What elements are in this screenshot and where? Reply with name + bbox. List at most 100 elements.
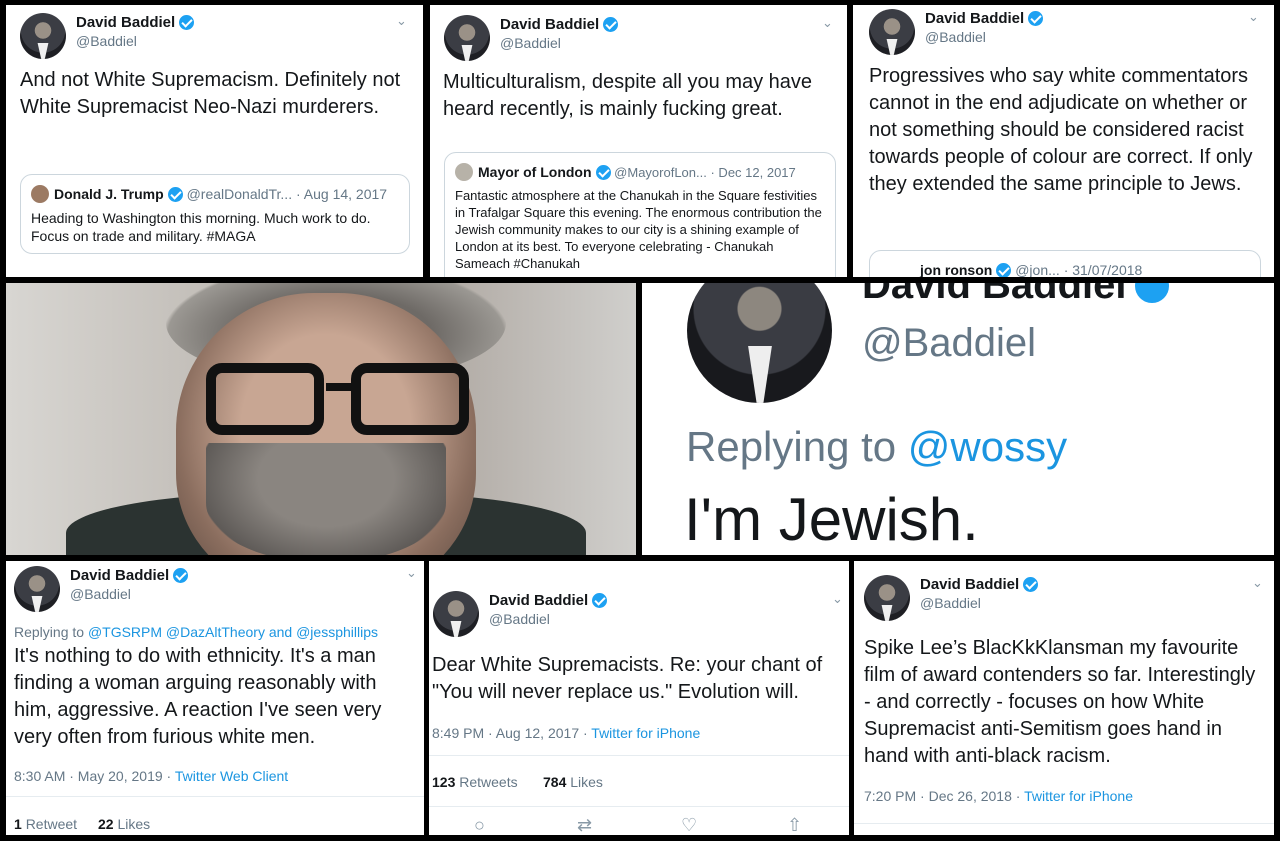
quoted-date: · Dec 12, 2017 [710,164,796,180]
chevron-down-icon[interactable]: ⌄ [822,15,833,31]
tweet-panel-5: David Baddiel @Baddiel ⌄ Dear White Supr… [429,561,849,835]
tweet-header: David Baddiel @Baddiel [864,575,1039,621]
tweet-time[interactable]: 8:30 AM · May 20, 2019 · [14,768,171,784]
replying-to-link[interactable]: @wossy [908,423,1067,470]
tweet-panel-3: David Baddiel @Baddiel ⌄ Progressives wh… [853,5,1274,277]
tweet-meta: 8:30 AM · May 20, 2019 · Twitter Web Cli… [14,768,288,784]
tweet-time[interactable]: 7:20 PM · Dec 26, 2018 · [864,788,1020,804]
quoted-date: · 31/07/2018 [1063,262,1143,277]
tweet-client[interactable]: Twitter for iPhone [1024,788,1133,804]
quoted-avatar [31,185,49,203]
tweet-meta: 8:49 PM · Aug 12, 2017 · Twitter for iPh… [432,725,700,741]
avatar[interactable] [433,591,479,637]
photo-glasses-left [206,363,324,435]
like-count[interactable]: 22 Likes [98,816,150,832]
quoted-author-name: Mayor of London [478,163,592,180]
tweet-text: Spike Lee’s BlacKkKlansman my favourite … [864,637,1256,767]
verified-badge-icon [603,17,619,32]
verified-badge-icon [595,164,611,180]
photo-glasses-bridge [326,383,356,391]
tweet-client[interactable]: Twitter Web Client [175,768,288,784]
photo-beard [206,443,446,555]
zoomed-author-handle[interactable]: @Baddiel [862,321,1036,366]
tweet-header: David Baddiel @Baddiel [444,15,619,61]
tweet-text: Progressives who say white commentators … [869,65,1253,195]
chevron-down-icon[interactable]: ⌄ [406,565,417,581]
quoted-text: Heading to Washington this morning. Much… [31,210,371,244]
avatar[interactable] [444,15,490,61]
reply-icon[interactable]: ○ [474,815,485,835]
tweet-header: David Baddiel @Baddiel [869,9,1044,55]
verified-badge-icon [1134,283,1169,303]
verified-badge-icon [173,568,189,583]
tweet-time[interactable]: 8:49 PM · Aug 12, 2017 · [432,725,588,741]
zoomed-tweet-text: I'm Jewish. [684,486,979,553]
retweet-icon[interactable]: ⇄ [577,815,592,835]
like-icon[interactable]: ♡ [681,815,697,835]
quoted-avatar [455,163,473,181]
share-icon[interactable]: ⇧ [787,815,802,835]
quoted-date: · Aug 14, 2017 [295,186,388,202]
replying-to-line: Replying to @TGSRPM @DazAltTheory and @j… [14,624,378,640]
author-name[interactable]: David Baddiel [489,591,588,610]
author-name[interactable]: David Baddiel [920,575,1019,594]
author-name[interactable]: David Baddiel [76,13,175,32]
verified-badge-icon [1028,11,1044,26]
portrait-photo [6,283,636,555]
tweet-panel-2: David Baddiel @Baddiel ⌄ Multiculturalis… [430,5,847,277]
author-handle[interactable]: @Baddiel [925,28,1043,47]
avatar[interactable] [14,566,60,612]
tweet-header: David Baddiel @Baddiel [20,13,195,59]
retweet-count[interactable]: 123 Retweets [432,774,518,790]
tweet-text: Dear White Supremacists. Re: your chant … [432,654,823,703]
tweet-client[interactable]: Twitter for iPhone [591,725,700,741]
zoomed-tweet-panel: David Baddiel @Baddiel Replying to @woss… [642,283,1274,555]
avatar[interactable] [869,9,915,55]
tweet-header: David Baddiel @Baddiel [433,591,608,637]
quoted-text: Fantastic atmosphere at the Chanukah in … [455,188,822,271]
tweet-panel-6: David Baddiel @Baddiel ⌄ Spike Lee’s Bla… [854,561,1274,835]
tweet-panel-1: David Baddiel @Baddiel ⌄ And not White S… [6,5,423,277]
quoted-author-handle: @realDonaldTr... [186,186,293,202]
author-name[interactable]: David Baddiel [70,566,169,585]
author-name[interactable]: David Baddiel [500,15,599,34]
chevron-down-icon[interactable]: ⌄ [1248,9,1259,25]
avatar[interactable] [864,575,910,621]
author-handle[interactable]: @Baddiel [70,585,188,604]
photo-glasses-right [351,363,469,435]
tweet-meta: 7:20 PM · Dec 26, 2018 · Twitter for iPh… [864,788,1133,804]
verified-badge-icon [179,15,195,30]
author-handle[interactable]: @Baddiel [920,594,1038,613]
like-count[interactable]: 784 Likes [543,774,603,790]
replying-to-line: Replying to @wossy [686,423,1068,470]
quoted-tweet[interactable]: jon ronson @jon... · 31/07/2018 [869,250,1261,277]
tweet-header: David Baddiel @Baddiel [14,566,189,612]
divider [429,755,849,756]
chevron-down-icon[interactable]: ⌄ [1252,575,1263,591]
verified-badge-icon [996,262,1012,277]
tweet-text: Multiculturalism, despite all you may ha… [443,71,813,120]
author-handle[interactable]: @Baddiel [500,34,618,53]
quoted-author-handle: @MayorofLon... [614,164,707,180]
tweet-panel-4: David Baddiel @Baddiel ⌄ Replying to @TG… [6,561,424,835]
tweet-text: And not White Supremacism. Definitely no… [20,69,401,118]
chevron-down-icon[interactable]: ⌄ [396,13,407,29]
replying-to-link[interactable]: @TGSRPM @DazAltTheory and @jessphillips [88,624,378,640]
retweet-count[interactable]: 1 Retweet [14,816,77,832]
zoomed-author-name[interactable]: David Baddiel [862,283,1169,308]
author-handle[interactable]: @Baddiel [489,610,607,629]
verified-badge-icon [167,186,183,202]
tweet-text: It's nothing to do with ethnicity. It's … [14,645,382,748]
divider [429,806,849,807]
author-name[interactable]: David Baddiel [925,9,1024,28]
author-handle[interactable]: @Baddiel [76,32,194,51]
avatar[interactable] [20,13,66,59]
quoted-author-name: Donald J. Trump [54,186,164,202]
quoted-author-name: jon ronson [920,262,993,277]
quoted-tweet[interactable]: Mayor of London @MayorofLon... · Dec 12,… [444,152,836,277]
divider [854,823,1274,824]
chevron-down-icon[interactable]: ⌄ [832,591,843,607]
divider [6,796,424,797]
quoted-tweet[interactable]: Donald J. Trump @realDonaldTr... · Aug 1… [20,174,410,254]
avatar[interactable] [687,283,832,403]
